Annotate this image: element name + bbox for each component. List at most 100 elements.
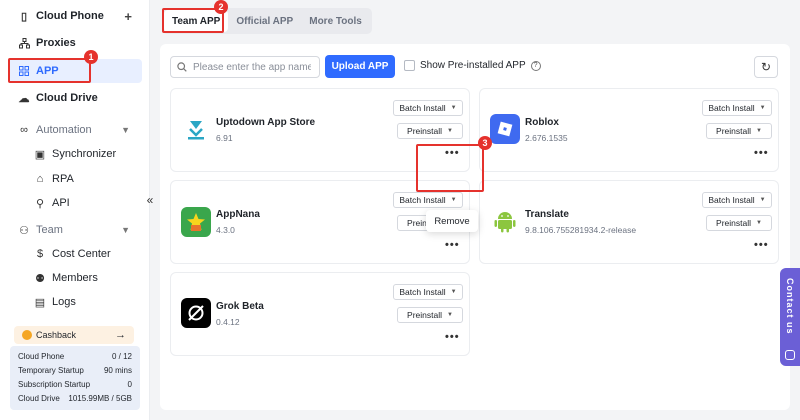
add-cloud-phone-button[interactable]: +: [124, 9, 132, 24]
chevron-down-icon: ▼: [759, 197, 766, 203]
network-icon: [18, 37, 30, 49]
annotation-badge-3: 3: [478, 136, 492, 150]
usage-stats: Cloud Phone 0 / 12 Temporary Startup 90 mi…: [10, 346, 140, 410]
more-options-button[interactable]: •••: [445, 239, 460, 251]
help-icon[interactable]: ?: [530, 60, 541, 71]
sidebar-item-cloud-phone[interactable]: ▯ Cloud Phone +: [8, 4, 142, 28]
stat-row: Subscription Startup 0: [18, 380, 132, 389]
app-version: 4.3.0: [216, 225, 235, 235]
checkbox-label: Show Pre-installed APP: [420, 60, 526, 71]
sidebar-section-automation[interactable]: ∞ Automation ▼: [8, 118, 142, 142]
team-icon: ⚇: [19, 224, 29, 237]
tab-more-tools[interactable]: More Tools: [301, 10, 370, 32]
sidebar-item-label: RPA: [52, 173, 74, 185]
sidebar-item-cloud-drive[interactable]: ☁ Cloud Drive: [8, 86, 142, 110]
sidebar-item-proxies[interactable]: Proxies: [8, 31, 142, 55]
sidebar: ▯ Cloud Phone + Proxies APP ☁ Cloud Driv…: [0, 0, 150, 420]
app-version: 0.4.12: [216, 317, 240, 327]
sidebar-section-label: Team: [36, 224, 63, 236]
tab-bar: Team APP Official APP More Tools: [162, 8, 372, 34]
sidebar-item-app[interactable]: APP: [8, 59, 142, 83]
remove-menu-item[interactable]: Remove: [426, 210, 478, 232]
annotation-badge-2: 2: [214, 0, 228, 14]
batch-install-button[interactable]: Batch Install ▼: [393, 284, 463, 300]
batch-install-button[interactable]: Batch Install ▼: [393, 192, 463, 208]
search-input[interactable]: [193, 61, 311, 73]
stat-row: Cloud Drive 1015.99MB / 5GB: [18, 394, 132, 403]
sidebar-item-label: APP: [36, 65, 59, 77]
collapse-sidebar-button[interactable]: «: [143, 192, 157, 208]
stat-row: Temporary Startup 90 mins: [18, 366, 132, 375]
sidebar-item-api[interactable]: ⚲ API: [24, 191, 142, 215]
robot-icon: ⌂: [36, 173, 44, 185]
sync-icon: ▣: [34, 148, 46, 161]
preinstall-button[interactable]: Preinstall▼: [397, 123, 463, 139]
plug-icon: ⚲: [35, 197, 45, 210]
chevron-down-icon: ▼: [447, 312, 453, 318]
sidebar-section-team[interactable]: ⚇ Team ▼: [8, 218, 142, 242]
sidebar-item-label: Members: [52, 272, 98, 284]
app-name: Translate: [525, 209, 569, 220]
uptodown-logo-icon: [181, 114, 211, 144]
tab-official-app[interactable]: Official APP: [228, 10, 301, 32]
members-icon: ⚉: [35, 272, 45, 285]
app-card: AppNana 4.3.0 Batch Install▼ Preinstall▼…: [170, 180, 470, 264]
show-preinstalled-toggle[interactable]: Show Pre-installed APP ?: [404, 60, 541, 71]
annotation-badge-1: 1: [84, 50, 98, 64]
phone-icon: ▯: [20, 10, 28, 23]
search-box: [170, 56, 320, 78]
chat-icon: [785, 350, 795, 360]
batch-install-button[interactable]: Batch Install ▼: [702, 100, 772, 116]
checkbox[interactable]: [404, 60, 415, 71]
search-icon: [177, 62, 187, 72]
sidebar-item-logs[interactable]: ▤ Logs: [24, 290, 142, 314]
preinstall-button[interactable]: Preinstall▼: [706, 123, 772, 139]
app-name: Roblox: [525, 117, 559, 128]
arrow-right-icon: →: [115, 329, 126, 341]
appnana-logo-icon: [181, 207, 211, 237]
sidebar-item-members[interactable]: ⚉ Members: [24, 266, 142, 290]
more-options-button[interactable]: •••: [754, 147, 769, 159]
batch-install-button[interactable]: Batch Install ▼: [702, 192, 772, 208]
app-card: Grok Beta 0.4.12 Batch Install ▼ Preinsta…: [170, 272, 470, 356]
sidebar-item-label: Synchronizer: [52, 148, 117, 160]
refresh-button[interactable]: ↻: [754, 56, 778, 78]
sidebar-item-rpa[interactable]: ⌂ RPA: [24, 167, 142, 191]
more-options-button[interactable]: •••: [445, 331, 460, 343]
chevron-down-icon: ▼: [447, 128, 453, 134]
main-content: Team APP Official APP More Tools Upload …: [160, 0, 800, 420]
android-logo-icon: [490, 206, 520, 236]
infinity-icon: ∞: [20, 124, 28, 136]
sidebar-item-cost-center[interactable]: $ Cost Center: [24, 242, 142, 266]
dollar-icon: $: [36, 248, 44, 260]
sidebar-item-label: Cost Center: [52, 248, 111, 260]
sidebar-item-label: Proxies: [36, 37, 76, 49]
sidebar-item-label: Cloud Drive: [36, 92, 98, 104]
cloud-icon: ☁: [18, 92, 30, 105]
cashback-banner[interactable]: Cashback →: [14, 326, 134, 344]
preinstall-button[interactable]: Preinstall▼: [397, 307, 463, 323]
stat-row: Cloud Phone 0 / 12: [18, 352, 132, 361]
coin-icon: [22, 330, 32, 340]
more-options-button[interactable]: •••: [445, 147, 460, 159]
batch-install-button[interactable]: Batch Install ▼: [393, 100, 463, 116]
chevron-down-icon: ▼: [121, 125, 130, 135]
preinstall-button[interactable]: Preinstall▼: [706, 215, 772, 231]
app-version: 9.8.106.755281934.2-release: [525, 225, 637, 235]
sidebar-item-label: Cloud Phone: [36, 10, 104, 22]
chevron-down-icon: ▼: [759, 105, 766, 111]
document-icon: ▤: [34, 296, 46, 309]
sidebar-item-synchronizer[interactable]: ▣ Synchronizer: [24, 142, 142, 166]
sidebar-item-label: API: [52, 197, 70, 209]
more-options-button[interactable]: •••: [754, 239, 769, 251]
app-name: Grok Beta: [216, 301, 264, 312]
chevron-down-icon: ▼: [121, 225, 130, 235]
grid-icon: [18, 65, 30, 77]
app-panel: Upload APP Show Pre-installed APP ? ↻ Up…: [160, 44, 790, 410]
sidebar-item-label: Logs: [52, 296, 76, 308]
refresh-icon: ↻: [760, 60, 772, 74]
cashback-label: Cashback: [36, 330, 77, 340]
app-version: 6.91: [216, 133, 233, 143]
app-card: Uptodown App Store 6.91 Batch Install ▼ P…: [170, 88, 470, 172]
upload-app-button[interactable]: Upload APP: [325, 55, 395, 78]
